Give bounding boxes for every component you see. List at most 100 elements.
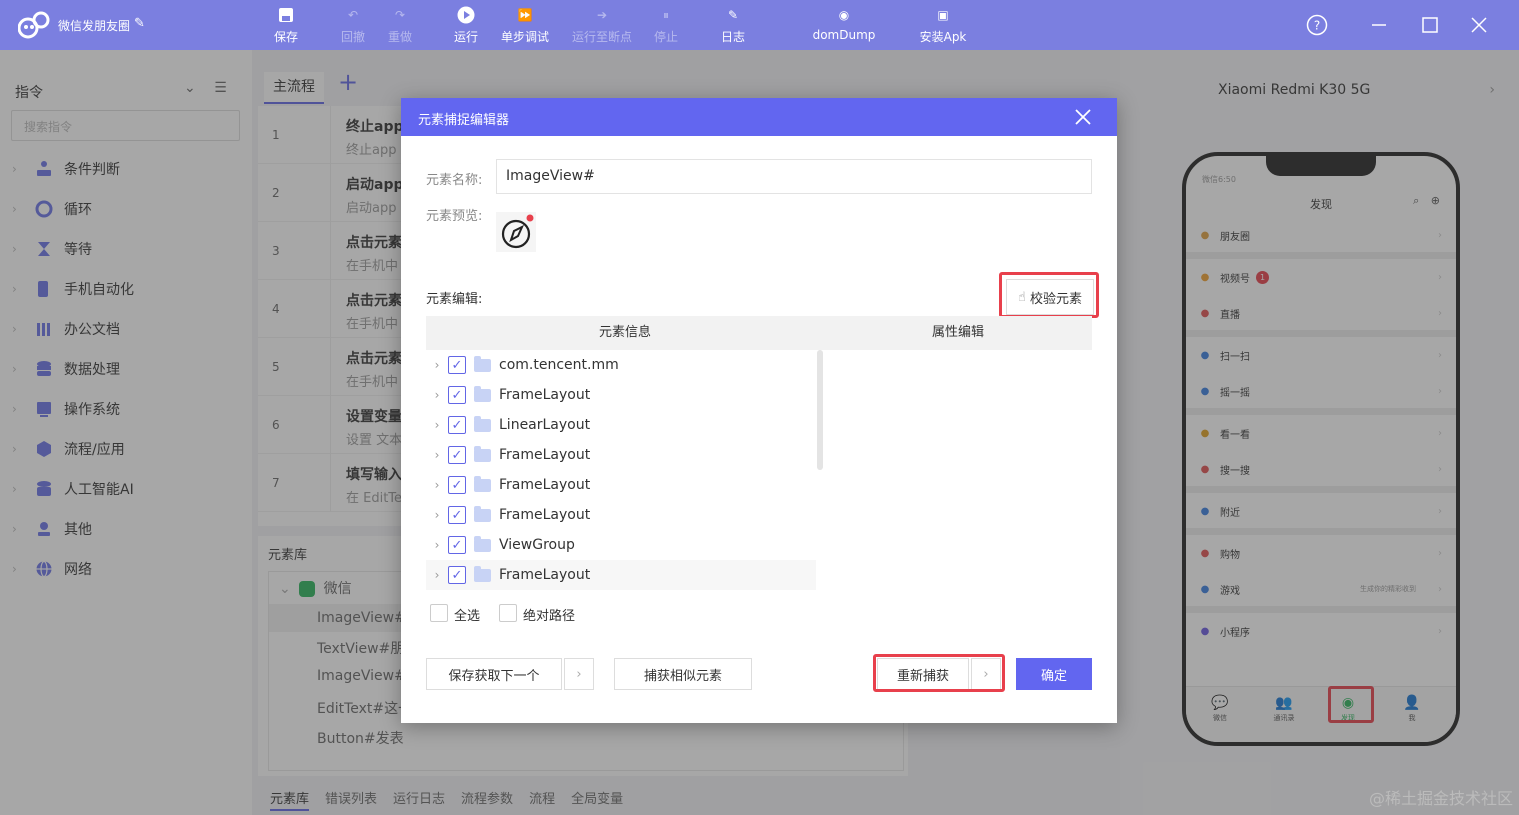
step-debug-button[interactable]: ⏩ 单步调试 <box>493 4 557 45</box>
chevron-right-icon: › <box>1438 349 1442 361</box>
dialog-close-icon[interactable] <box>1073 107 1093 127</box>
verify-element-button[interactable]: ☝ 校验元素 <box>1006 279 1094 315</box>
sidebar-item-8[interactable]: › 流程/应用 <box>0 429 252 469</box>
tree-node[interactable]: › ✓ LinearLayout <box>426 410 816 440</box>
phone-nav-2[interactable]: 👥 通讯录 <box>1264 695 1304 723</box>
library-group-wechat[interactable]: ⌄ 微信 <box>279 578 352 598</box>
device-screen[interactable]: 微信6:50 发现 ⌕ ⊕ ● 朋友圈 › ● 视频号 1 › ● 直播 › ● 扫一扫 › ● 摇一摇 › ●… <box>1182 152 1460 746</box>
node-checkbox[interactable]: ✓ <box>448 356 466 374</box>
phone-menu-item[interactable]: ● 搜一搜 › <box>1186 452 1456 486</box>
discover-icon: ◉ <box>1341 695 1355 711</box>
confirm-button[interactable]: 确定 <box>1016 658 1092 690</box>
tab-main-flow[interactable]: 主流程 <box>264 72 324 104</box>
folder-icon <box>474 445 491 462</box>
install-apk-button[interactable]: ▣ 安装Apk <box>911 4 975 45</box>
tree-node[interactable]: › ✓ ViewGroup <box>426 530 816 560</box>
phone-menu-item[interactable]: ● 朋友圈 › <box>1186 218 1456 252</box>
tree-node[interactable]: › ✓ com.tencent.mm <box>426 350 816 380</box>
node-checkbox[interactable]: ✓ <box>448 476 466 494</box>
run-to-breakpoint-button[interactable]: ➔ 运行至断点 <box>570 4 634 45</box>
select-all-checkbox[interactable] <box>430 604 448 622</box>
instruction-search-input[interactable]: 搜索指令 <box>11 110 240 141</box>
maximize-button[interactable] <box>1418 13 1442 37</box>
chevron-right-icon[interactable]: › <box>426 358 448 372</box>
element-name-input[interactable]: ImageView# <box>496 159 1092 194</box>
node-checkbox[interactable]: ✓ <box>448 416 466 434</box>
tree-node[interactable]: › ✓ FrameLayout <box>426 500 816 530</box>
edit-title-icon[interactable]: ✎ <box>134 16 145 31</box>
phone-menu-item[interactable]: ● 直播 › <box>1186 296 1456 330</box>
phone-menu-item[interactable]: ● 扫一扫 › <box>1186 338 1456 372</box>
phone-menu-item[interactable]: ● 摇一摇 › <box>1186 374 1456 408</box>
phone-nav-3[interactable]: ◉ 发现 <box>1328 695 1368 723</box>
bottom-tab[interactable]: 流程 <box>529 788 555 811</box>
chevron-right-icon[interactable]: › <box>426 568 448 582</box>
library-element-item[interactable]: Button#发表 <box>317 728 404 748</box>
phone-menu-item[interactable]: ● 视频号 1 › <box>1186 260 1456 294</box>
sidebar-item-2[interactable]: › 循环 <box>0 189 252 229</box>
chevron-right-icon[interactable]: › <box>426 448 448 462</box>
node-checkbox[interactable]: ✓ <box>448 446 466 464</box>
sidebar-item-9[interactable]: › 人工智能AI <box>0 469 252 509</box>
sidebar-item-4[interactable]: › 手机自动化 <box>0 269 252 309</box>
minimize-button[interactable] <box>1367 13 1391 37</box>
sidebar-item-7[interactable]: › 操作系统 <box>0 389 252 429</box>
node-checkbox[interactable]: ✓ <box>448 536 466 554</box>
sidebar-item-10[interactable]: › 其他 <box>0 509 252 549</box>
chevron-right-icon[interactable]: › <box>426 418 448 432</box>
library-element-item[interactable]: TextView#朋 <box>317 638 404 658</box>
phone-notch <box>1266 156 1376 176</box>
chevron-right-icon[interactable]: › <box>426 508 448 522</box>
phone-nav-1[interactable]: 💬 微信 <box>1200 695 1240 723</box>
phone-nav-4[interactable]: 👤 我 <box>1392 695 1432 723</box>
run-button[interactable]: 运行 <box>434 4 498 45</box>
save-and-next-button[interactable]: 保存获取下一个 <box>426 658 562 690</box>
absolute-path-checkbox[interactable] <box>499 604 517 622</box>
redo-button[interactable]: ↷ 重做 <box>368 4 432 45</box>
tree-scrollbar[interactable] <box>817 350 823 470</box>
save-next-dropdown-icon[interactable]: › <box>564 658 594 690</box>
node-checkbox[interactable]: ✓ <box>448 506 466 524</box>
search-icon[interactable]: ⌕ <box>1413 194 1419 207</box>
node-checkbox[interactable]: ✓ <box>448 566 466 584</box>
sidebar-item-6[interactable]: › 数据处理 <box>0 349 252 389</box>
sidebar-item-11[interactable]: › 网络 <box>0 549 252 589</box>
bottom-tab[interactable]: 流程参数 <box>461 788 513 811</box>
chevron-right-icon[interactable]: › <box>426 388 448 402</box>
tree-node[interactable]: › ✓ FrameLayout <box>426 380 816 410</box>
chevron-right-icon[interactable]: › <box>426 538 448 552</box>
chevron-right-icon[interactable]: › <box>1489 82 1495 98</box>
save-button[interactable]: 保存 <box>254 4 318 45</box>
bottom-tab[interactable]: 全局变量 <box>571 788 623 811</box>
phone-menu-item[interactable]: ● 附近 › <box>1186 494 1456 528</box>
recapture-dropdown-icon[interactable]: › <box>971 658 1001 690</box>
stop-button[interactable]: ⏸ 停止 <box>634 4 698 45</box>
sidebar-item-1[interactable]: › 条件判断 <box>0 149 252 189</box>
capture-similar-button[interactable]: 捕获相似元素 <box>614 658 752 690</box>
add-circle-icon[interactable]: ⊕ <box>1431 194 1440 207</box>
phone-menu-item[interactable]: ● 购物 › <box>1186 536 1456 570</box>
log-button[interactable]: ✎ 日志 <box>701 4 765 45</box>
indent-icon[interactable]: ☰ <box>214 80 227 96</box>
domdump-button[interactable]: ◉ domDump <box>812 4 876 42</box>
close-window-button[interactable] <box>1467 13 1491 37</box>
tree-node[interactable]: › ✓ FrameLayout <box>426 440 816 470</box>
help-button[interactable]: ? <box>1305 13 1329 37</box>
bottom-tab[interactable]: 运行日志 <box>393 788 445 811</box>
collapse-all-icon[interactable]: ⌄ <box>184 80 196 96</box>
chevron-right-icon[interactable]: › <box>426 478 448 492</box>
phone-menu-item[interactable]: ● 小程序 › <box>1186 614 1456 648</box>
phone-menu-item[interactable]: ● 游戏 生成你的精彩收到 › <box>1186 572 1456 606</box>
recapture-button[interactable]: 重新捕获 <box>877 658 969 690</box>
node-checkbox[interactable]: ✓ <box>448 386 466 404</box>
library-element-item[interactable]: ImageView# <box>317 668 406 684</box>
add-tab-icon[interactable]: + <box>338 68 358 96</box>
tree-node[interactable]: › ✓ FrameLayout <box>426 560 816 590</box>
bottom-tab[interactable]: 元素库 <box>270 788 310 811</box>
bottom-tab[interactable]: 错误列表 <box>325 788 377 811</box>
tree-node[interactable]: › ✓ FrameLayout <box>426 470 816 500</box>
library-element-item[interactable]: EditText#这一 <box>317 698 412 718</box>
phone-menu-item[interactable]: ● 看一看 › <box>1186 416 1456 450</box>
sidebar-item-3[interactable]: › 等待 <box>0 229 252 269</box>
sidebar-item-5[interactable]: › 办公文档 <box>0 309 252 349</box>
